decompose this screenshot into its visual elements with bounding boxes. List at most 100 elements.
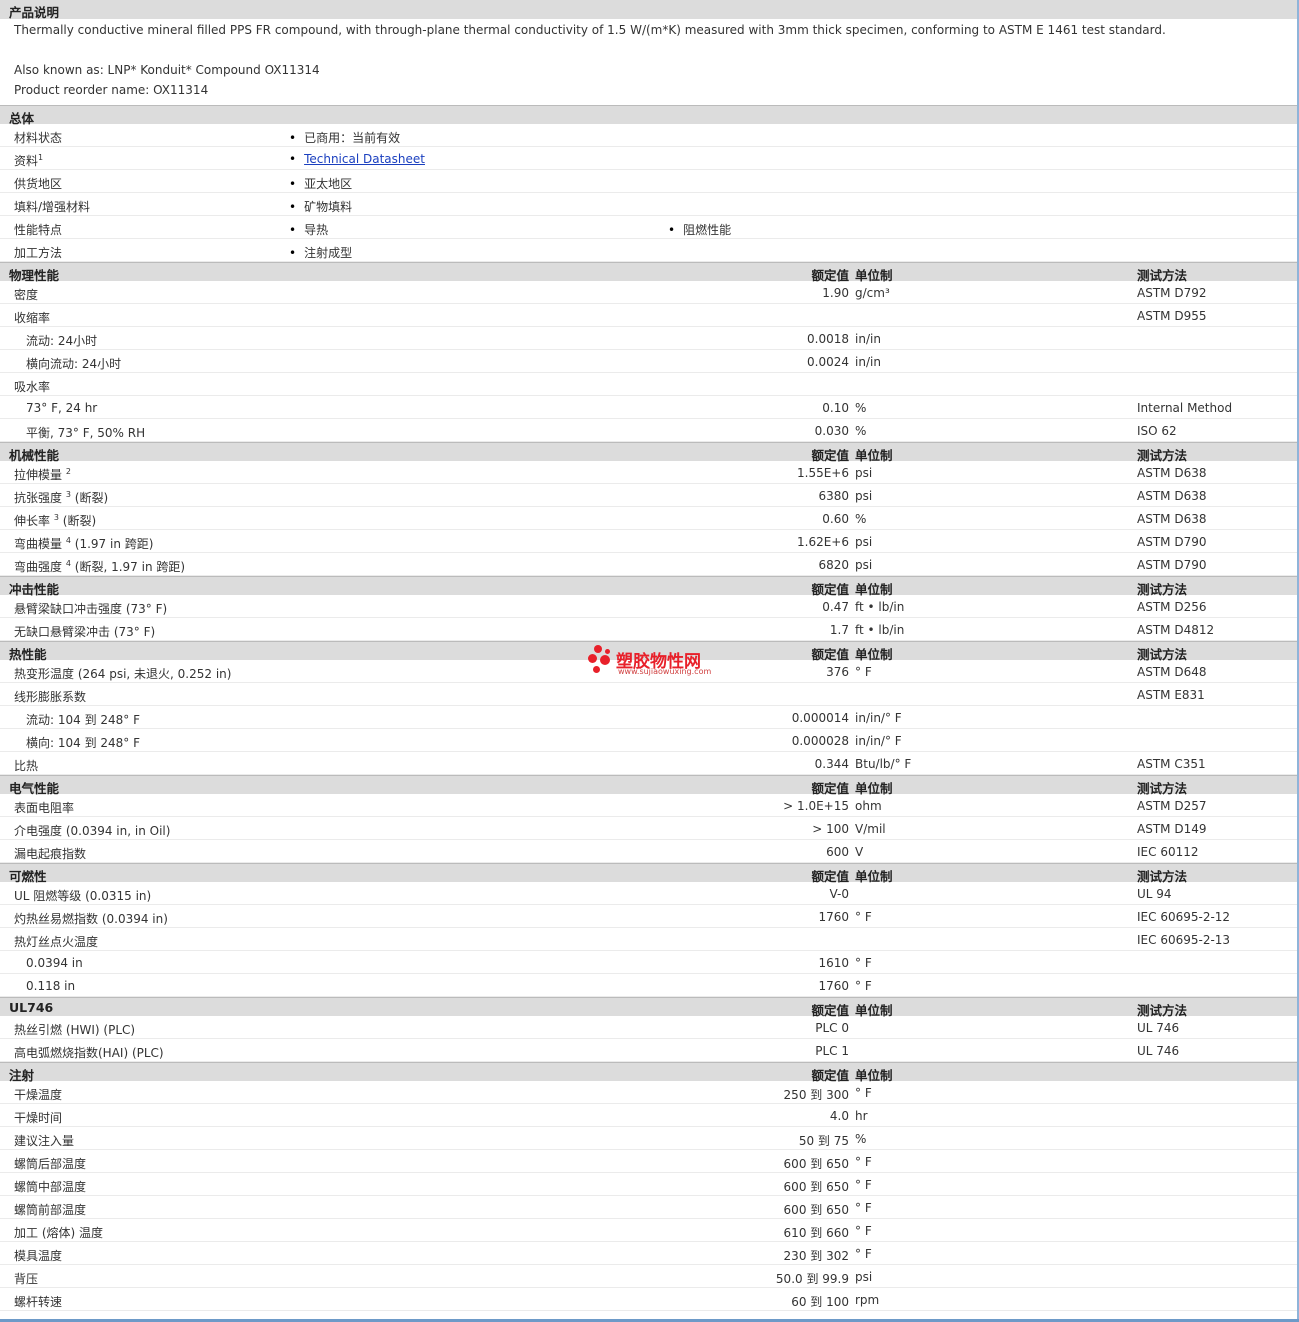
- property-unit: ° F: [855, 1086, 872, 1100]
- description-text: Thermally conductive mineral filled PPS …: [14, 23, 1166, 37]
- property-row: 建议注入量 50 到 75%: [0, 1127, 1299, 1150]
- property-value: 0.60: [822, 512, 849, 526]
- property-name: 横向: 104 到 248° F: [26, 734, 140, 751]
- property-row: 横向流动: 24小时 0.0024 in/in: [0, 350, 1299, 373]
- property-label: 螺杆转速: [14, 1295, 63, 1309]
- property-value: 0.47: [822, 600, 849, 614]
- property-label: 收缩率: [14, 311, 51, 325]
- property-row: 热丝引燃 (HWI) (PLC) PLC 0 UL 746: [0, 1016, 1299, 1039]
- property-label: 资料: [14, 154, 39, 168]
- property-name: 线形膨胀系数: [14, 688, 86, 705]
- property-name: 灼热丝易燃指数 (0.0394 in): [14, 910, 168, 927]
- property-label: 加工方法: [14, 246, 63, 260]
- property-name: 比热: [14, 757, 38, 774]
- property-label: 填料/增强材料: [14, 200, 91, 214]
- property-row: 无缺口悬臂梁冲击 (73° F) 1.7 ft • lb/in ASTM D4812: [0, 618, 1299, 641]
- property-value: 0.0018: [807, 332, 849, 346]
- property-name: 悬臂梁缺口冲击强度 (73° F): [14, 600, 167, 617]
- section-header-description: 产品说明: [0, 0, 1299, 20]
- bullet-item: 矿物填料: [289, 198, 352, 215]
- property-label: 背压: [14, 1272, 39, 1286]
- property-row: 螺筒前部温度 600 到 650 ° F: [0, 1196, 1299, 1219]
- property-row: 吸水率: [0, 373, 1299, 396]
- property-unit: %: [855, 1132, 867, 1146]
- property-unit: in/in/° F: [855, 734, 902, 748]
- property-name: 高电弧燃烧指数(HAI) (PLC): [14, 1044, 164, 1061]
- test-method: ASTM D792: [1137, 286, 1207, 300]
- property-name: 73° F, 24 hr: [26, 401, 97, 415]
- property-value: 1760: [818, 979, 849, 993]
- bullet-item: 亚太地区: [289, 175, 352, 192]
- property-name: 供货地区: [14, 175, 62, 192]
- property-condition: (断裂, 1.97 in 跨距): [74, 560, 186, 574]
- test-method: ASTM E831: [1137, 688, 1205, 702]
- property-row: 介电强度 (0.0394 in, in Oil) > 100 V/mil ASTM D…: [0, 817, 1299, 840]
- test-method: ASTM D648: [1137, 665, 1207, 679]
- property-name: 背压: [14, 1270, 38, 1287]
- property-row: 背压 50.0 到 99.9 psi: [0, 1265, 1299, 1288]
- property-label: 干燥时间: [14, 1111, 63, 1125]
- property-value: 1610: [818, 956, 849, 970]
- section-header-impact: 冲击性能 额定值 单位制 测试方法: [0, 576, 1299, 597]
- general-row: 性能特点 导热 阻燃性能: [0, 216, 1299, 239]
- property-row: 收缩率 ASTM D955: [0, 304, 1299, 327]
- property-name: 流动: 104 到 248° F: [26, 711, 140, 728]
- property-unit: V: [855, 845, 864, 859]
- reorder-name: Product reorder name: OX11314: [14, 83, 209, 97]
- technical-datasheet-link[interactable]: Technical Datasheet: [304, 152, 425, 166]
- property-label: 螺筒中部温度: [14, 1180, 87, 1194]
- property-name: UL 阻燃等级 (0.0315 in): [14, 887, 151, 904]
- property-label: 平衡, 73° F, 50% RH: [26, 426, 146, 440]
- property-unit: ohm: [855, 799, 882, 813]
- property-row: 加工 (熔体) 温度 610 到 660 ° F: [0, 1219, 1299, 1242]
- test-method: IEC 60695-2-13: [1137, 933, 1231, 947]
- property-unit: psi: [855, 489, 873, 503]
- property-row: 拉伸模量 2 1.55E+6 psi ASTM D638: [0, 461, 1299, 484]
- property-unit: %: [855, 424, 867, 438]
- property-value: 50.0 到 99.9: [775, 1272, 849, 1286]
- general-row: 资料1 Technical Datasheet: [0, 147, 1299, 170]
- property-name: 0.118 in: [26, 979, 75, 993]
- property-name: 填料/增强材料: [14, 198, 90, 215]
- test-method: ASTM D638: [1137, 466, 1207, 480]
- property-value: PLC 1: [815, 1044, 849, 1058]
- property-value: 0.030: [814, 424, 849, 438]
- property-row: 高电弧燃烧指数(HAI) (PLC) PLC 1 UL 746: [0, 1039, 1299, 1062]
- test-method: ASTM D790: [1137, 535, 1207, 549]
- property-unit: psi: [855, 466, 873, 480]
- property-sections: 物理性能 额定值 单位制 测试方法 密度 1.90 g/cm³ ASTM D792 收缩率 AST…: [0, 262, 1299, 1311]
- property-value: 0.000014: [791, 711, 849, 725]
- property-value: 6820: [818, 558, 849, 572]
- property-unit: %: [855, 401, 867, 415]
- property-label: 高电弧燃烧指数(HAI) (PLC): [14, 1046, 164, 1060]
- property-row: 0.0394 in 1610 ° F: [0, 951, 1299, 974]
- property-row: 73° F, 24 hr 0.10% Internal Method: [0, 396, 1299, 419]
- property-unit: in/in: [855, 355, 881, 369]
- property-row: 比热 0.344 Btu/lb/° F ASTM C351: [0, 752, 1299, 775]
- property-unit: ° F: [855, 1247, 872, 1261]
- property-label: 螺筒后部温度: [14, 1157, 87, 1171]
- property-label: 悬臂梁缺口冲击强度 (73° F): [14, 602, 168, 616]
- property-value: 1.55E+6: [797, 466, 849, 480]
- property-name: 螺杆转速: [14, 1293, 62, 1310]
- property-label: 供货地区: [14, 177, 63, 191]
- property-label: 比热: [14, 759, 39, 773]
- property-row: 表面电阻率 > 1.0E+15 ohm ASTM D257: [0, 794, 1299, 817]
- property-label: 灼热丝易燃指数 (0.0394 in): [14, 912, 168, 926]
- footnote-marker: 4: [65, 536, 71, 545]
- property-unit: ° F: [855, 1224, 872, 1238]
- property-value: 0.0024: [807, 355, 849, 369]
- property-unit: ° F: [855, 956, 872, 970]
- property-name: 螺筒后部温度: [14, 1155, 86, 1172]
- property-value: 1.62E+6: [797, 535, 849, 549]
- test-method: UL 746: [1137, 1044, 1180, 1058]
- property-value: > 1.0E+15: [783, 799, 849, 813]
- property-label: 线形膨胀系数: [14, 690, 87, 704]
- property-label: 弯曲强度: [14, 560, 63, 574]
- property-label: 性能特点: [14, 223, 63, 237]
- test-method: IEC 60112: [1137, 845, 1199, 859]
- property-name: 资料1: [14, 152, 43, 169]
- property-value: 1.90: [822, 286, 849, 300]
- property-value: 600: [826, 845, 849, 859]
- product-description: Thermally conductive mineral filled PPS …: [0, 19, 1299, 105]
